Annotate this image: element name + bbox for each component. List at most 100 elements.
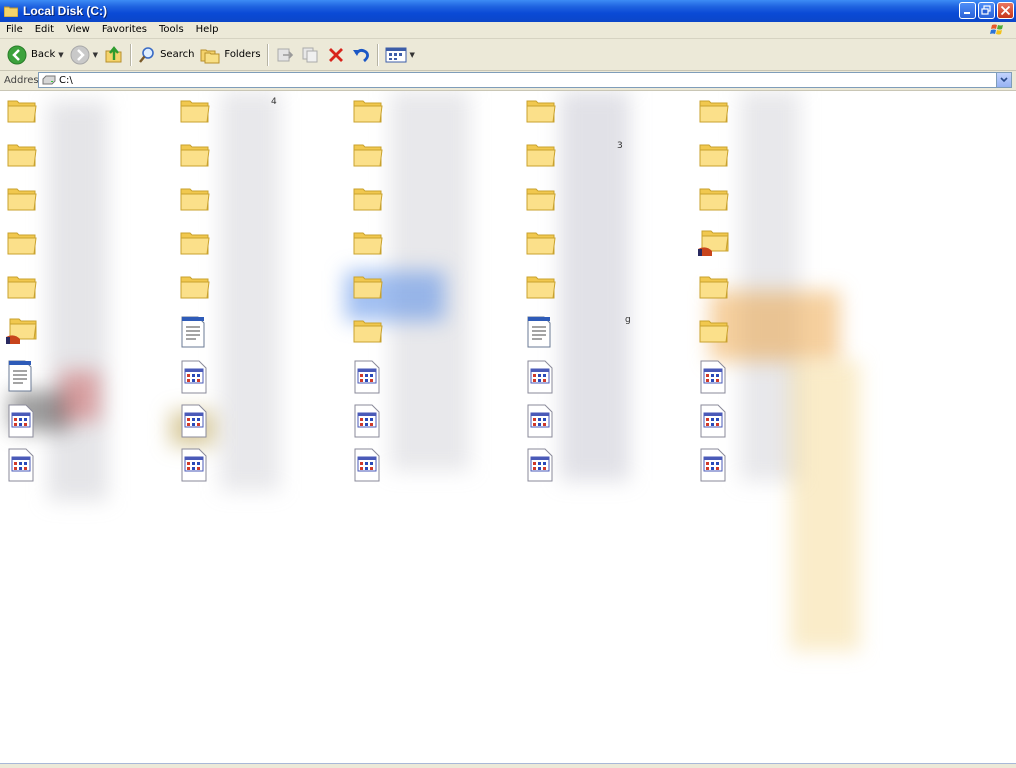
file-item[interactable] — [352, 183, 386, 217]
move-to-button[interactable] — [272, 42, 298, 68]
back-arrow-icon — [7, 45, 27, 64]
close-button[interactable] — [997, 2, 1014, 19]
file-item[interactable] — [525, 447, 559, 482]
move-to-icon — [277, 48, 293, 61]
file-item[interactable] — [698, 227, 732, 261]
file-item[interactable] — [6, 359, 40, 393]
menu-favorites[interactable]: Favorites — [96, 22, 153, 38]
file-item[interactable] — [698, 315, 732, 349]
minimize-button[interactable] — [959, 2, 976, 19]
file-item[interactable] — [525, 227, 559, 261]
title-bar[interactable]: Local Disk (C:) — [0, 0, 1016, 22]
menu-edit[interactable]: Edit — [29, 22, 60, 38]
file-name: 3 — [617, 141, 623, 151]
file-item[interactable] — [6, 183, 40, 217]
file-item[interactable] — [179, 403, 213, 438]
file-item[interactable] — [525, 183, 559, 217]
file-item[interactable] — [352, 139, 386, 173]
file-item[interactable] — [6, 227, 40, 261]
file-item[interactable] — [6, 447, 40, 482]
drive-icon — [42, 75, 56, 85]
toolbar-separator — [130, 43, 133, 66]
blur-smudge — [390, 91, 470, 471]
file-item[interactable] — [179, 447, 213, 482]
file-item[interactable]: g — [525, 315, 631, 349]
address-dropdown-button[interactable] — [996, 73, 1011, 87]
windows-logo-icon — [990, 24, 1003, 35]
search-icon — [139, 46, 154, 63]
file-item[interactable] — [179, 139, 213, 173]
file-list[interactable]: 4 3 g — [0, 91, 1016, 763]
address-label: Address — [4, 75, 44, 86]
file-item[interactable] — [6, 403, 40, 438]
toolbar-separator — [376, 43, 379, 66]
file-item[interactable] — [698, 359, 732, 394]
copy-to-icon — [302, 47, 318, 62]
window-title: Local Disk (C:) — [23, 4, 108, 18]
copy-to-button[interactable] — [298, 42, 324, 68]
forward-button[interactable]: ▼ — [67, 42, 101, 68]
menu-tools[interactable]: Tools — [153, 22, 190, 38]
file-item[interactable] — [179, 183, 213, 217]
back-button[interactable]: Back ▼ — [4, 42, 67, 68]
file-item[interactable] — [698, 139, 732, 173]
delete-button[interactable] — [324, 42, 348, 68]
file-item[interactable] — [6, 139, 40, 173]
file-item[interactable] — [698, 271, 732, 305]
file-item[interactable] — [352, 359, 386, 394]
file-item[interactable] — [525, 95, 559, 129]
menu-help[interactable]: Help — [190, 22, 225, 38]
address-field[interactable]: C:\ — [38, 72, 1012, 88]
file-item[interactable] — [6, 271, 40, 305]
undo-button[interactable] — [348, 42, 374, 68]
file-item[interactable] — [698, 95, 732, 129]
file-item[interactable] — [179, 227, 213, 261]
file-item[interactable] — [179, 359, 213, 394]
blur-smudge — [220, 91, 280, 491]
menu-view[interactable]: View — [60, 22, 96, 38]
toolbar: Back ▼ ▼ Search Folders ▼ — [0, 39, 1016, 71]
up-folder-icon — [105, 45, 122, 62]
forward-arrow-icon — [70, 45, 90, 64]
file-item[interactable] — [352, 315, 386, 349]
blur-smudge — [790, 361, 860, 651]
blur-smudge — [60, 371, 100, 421]
minimize-icon — [964, 12, 970, 14]
menu-file[interactable]: File — [0, 22, 29, 38]
back-label: Back — [31, 49, 56, 60]
file-item[interactable] — [698, 183, 732, 217]
file-name: 4 — [271, 97, 277, 107]
folders-label: Folders — [224, 49, 261, 60]
search-button[interactable]: Search — [135, 42, 197, 68]
chevron-down-icon — [1000, 77, 1008, 83]
blur-smudge — [740, 91, 800, 481]
file-item[interactable] — [525, 403, 559, 438]
views-icon — [385, 47, 407, 62]
restore-button[interactable] — [978, 2, 995, 19]
file-item[interactable]: 3 — [525, 139, 623, 173]
undo-icon — [352, 48, 369, 62]
blur-smudge — [48, 101, 108, 501]
file-item[interactable] — [525, 271, 559, 305]
views-button[interactable]: ▼ — [382, 42, 418, 68]
back-dropdown-icon[interactable]: ▼ — [58, 51, 63, 59]
file-item[interactable]: 4 — [179, 95, 277, 129]
file-item[interactable] — [352, 271, 386, 305]
up-folder-button[interactable] — [101, 42, 127, 68]
file-item[interactable] — [352, 403, 386, 438]
file-item[interactable] — [6, 95, 40, 129]
file-item[interactable] — [179, 315, 213, 349]
file-item[interactable] — [352, 447, 386, 482]
file-item[interactable] — [525, 359, 559, 394]
file-item[interactable] — [352, 227, 386, 261]
address-bar: Address C:\ — [0, 71, 1016, 91]
folders-button[interactable]: Folders — [197, 42, 263, 68]
forward-dropdown-icon[interactable]: ▼ — [93, 51, 98, 59]
file-item[interactable] — [698, 403, 732, 438]
close-icon — [1000, 5, 1011, 16]
file-item[interactable] — [179, 271, 213, 305]
views-dropdown-icon[interactable]: ▼ — [410, 51, 415, 59]
file-item[interactable] — [6, 315, 40, 349]
file-item[interactable] — [698, 447, 732, 482]
file-item[interactable] — [352, 95, 386, 129]
